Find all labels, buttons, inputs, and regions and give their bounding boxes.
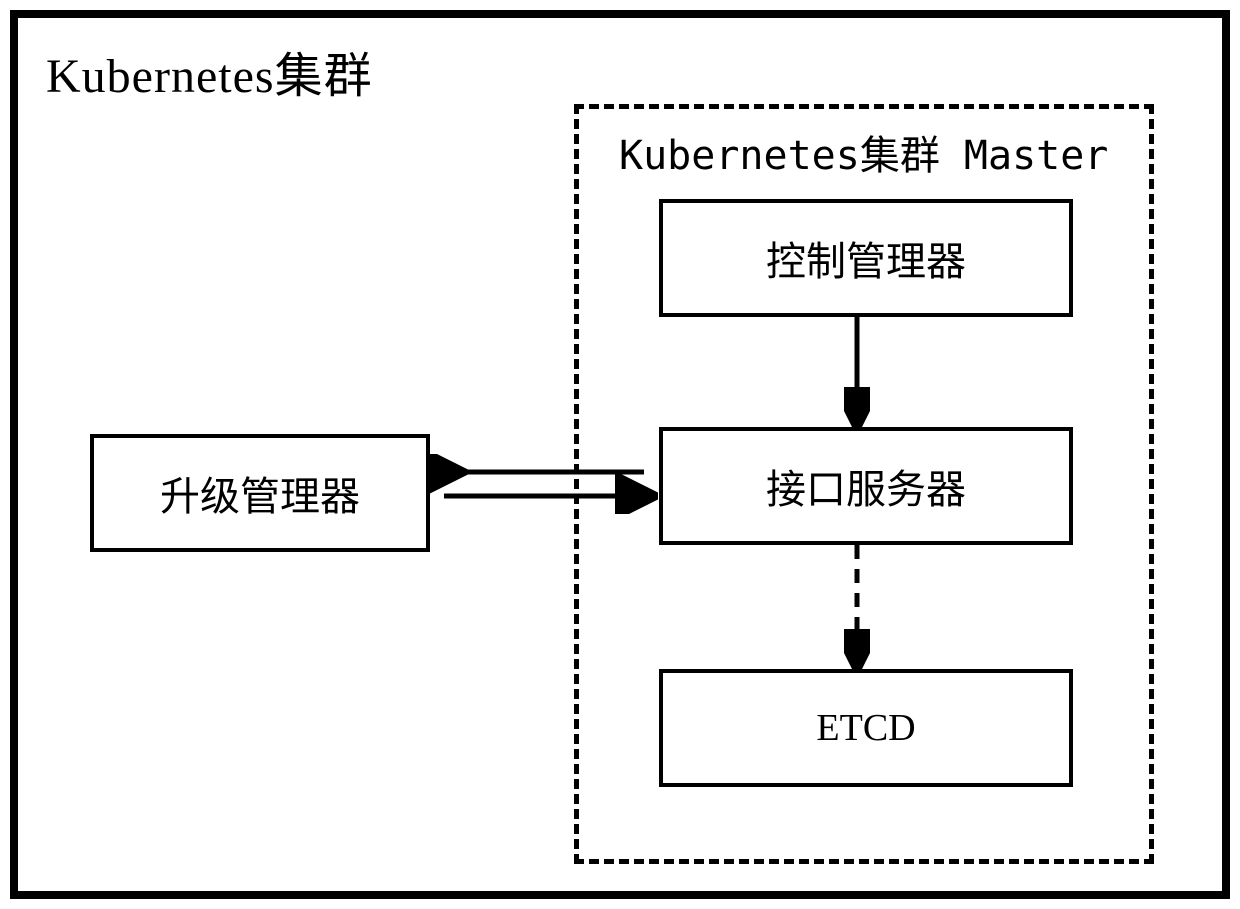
arrow-interface-to-etcd bbox=[844, 545, 870, 669]
interface-server-box: 接口服务器 bbox=[659, 427, 1073, 545]
cluster-title: Kubernetes集群 bbox=[46, 36, 373, 106]
master-title: Kubernetes集群 Master bbox=[619, 123, 1108, 181]
controller-manager-box: 控制管理器 bbox=[659, 199, 1073, 317]
controller-manager-label: 控制管理器 bbox=[766, 229, 966, 287]
kubernetes-master-box: Kubernetes集群 Master 控制管理器 接口服务器 ETCD bbox=[574, 104, 1154, 864]
arrow-controller-to-interface bbox=[844, 317, 870, 427]
etcd-box: ETCD bbox=[659, 669, 1073, 787]
upgrade-manager-label: 升级管理器 bbox=[160, 464, 360, 522]
interface-server-label: 接口服务器 bbox=[766, 457, 966, 515]
etcd-label: ETCD bbox=[816, 706, 915, 750]
upgrade-manager-box: 升级管理器 bbox=[90, 434, 430, 552]
kubernetes-cluster-container: Kubernetes集群 升级管理器 Kubernetes集群 Master 控… bbox=[10, 10, 1230, 899]
